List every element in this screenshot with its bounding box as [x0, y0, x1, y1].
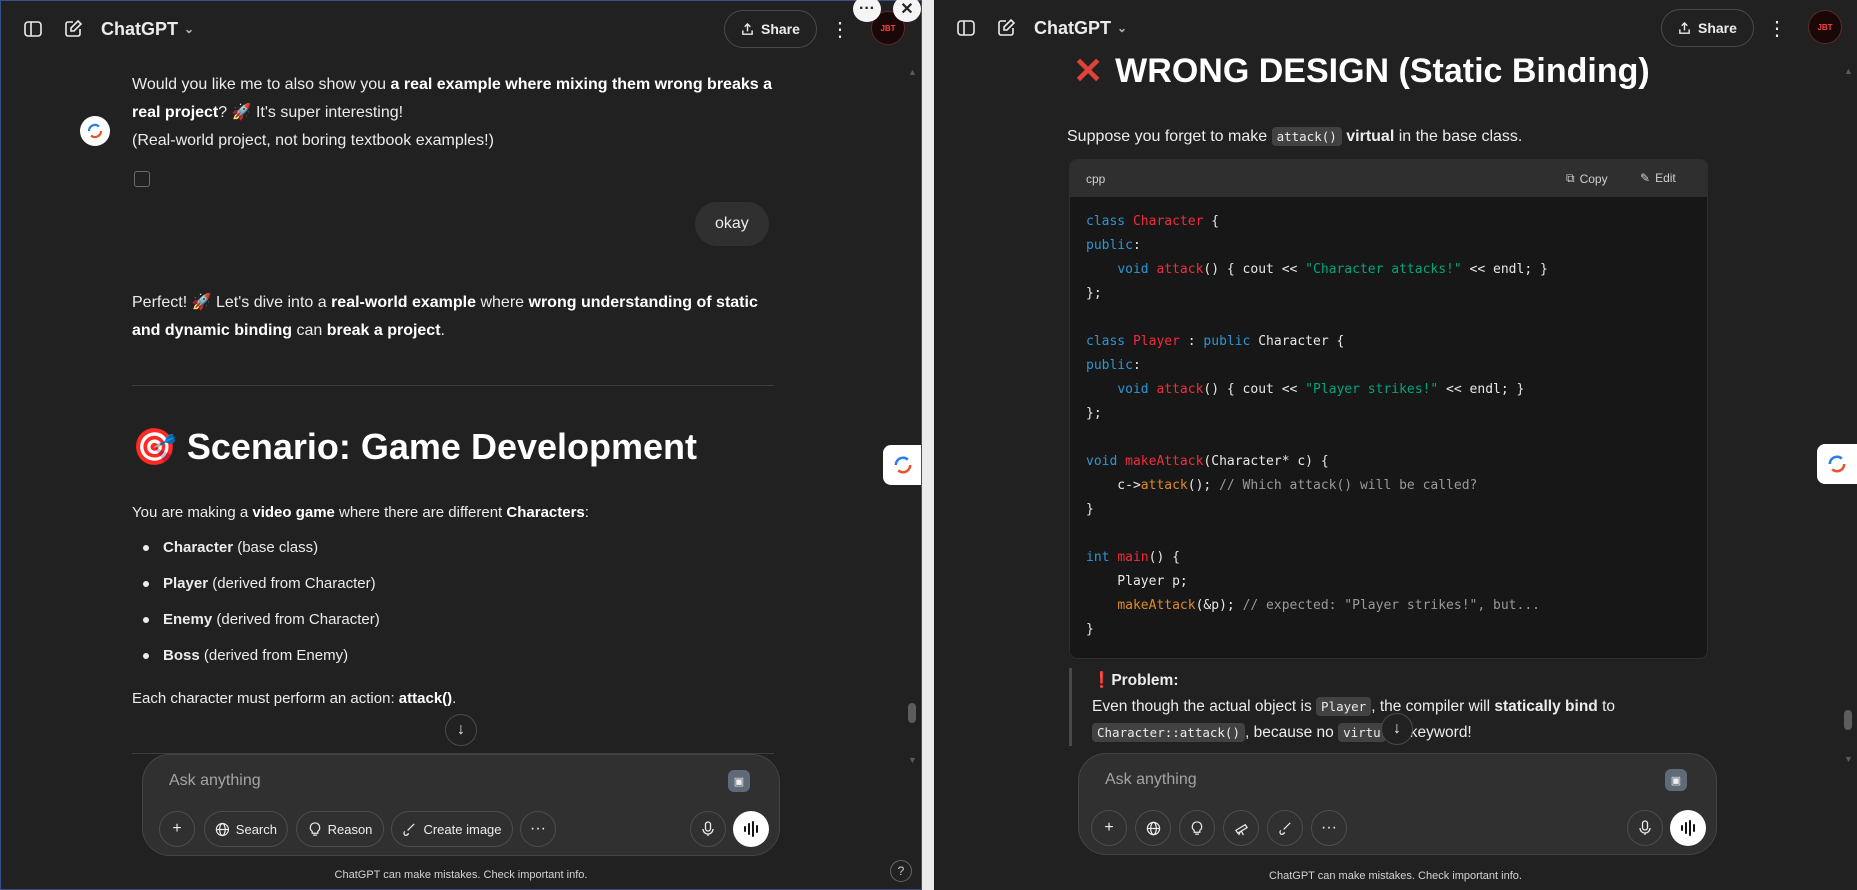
composer-input[interactable]: Ask anything — [169, 772, 261, 790]
microphone-icon[interactable] — [1627, 810, 1663, 846]
add-button[interactable]: + — [159, 811, 195, 847]
copy-code-button[interactable]: ⧉ Copy — [1566, 171, 1608, 186]
character-list: Character (base class) Player (derived f… — [143, 530, 380, 674]
scenario-heading: 🎯 Scenario: Game Development — [132, 426, 697, 467]
composer: Ask anything ▣ + Search Reason Create im… — [142, 754, 780, 856]
code-language: cpp — [1086, 171, 1106, 186]
help-button[interactable]: ? — [890, 860, 912, 882]
copy-icon: ⧉ — [1566, 171, 1575, 185]
extension-widget-icon[interactable] — [883, 445, 921, 485]
scroll-up-arrow[interactable]: ▲ — [1844, 66, 1853, 76]
code-header: cpp ⧉ Copy ✎ Edit — [1070, 160, 1707, 197]
code-content: class Character { public: void attack() … — [1086, 214, 1548, 637]
telescope-icon[interactable] — [1223, 810, 1259, 846]
suppose-paragraph: Suppose you forget to make attack() virt… — [1067, 127, 1523, 146]
more-tools-icon[interactable]: ··· — [1311, 810, 1347, 846]
exclamation-icon: ❗ — [1092, 672, 1112, 689]
target-icon: 🎯 — [132, 426, 177, 467]
copy-icon[interactable] — [134, 171, 150, 187]
new-chat-icon[interactable] — [53, 9, 93, 49]
globe-icon — [215, 822, 230, 836]
wrong-design-heading: ✕ WRONG DESIGN (Static Binding) — [1073, 50, 1650, 91]
scroll-up-arrow[interactable]: ▲ — [908, 67, 917, 77]
share-button[interactable]: Share — [1661, 9, 1754, 47]
search-button[interactable]: Search — [204, 811, 288, 847]
model-selector[interactable]: ChatGPT ⌄ — [101, 19, 194, 40]
avatar[interactable]: JBT — [1808, 10, 1842, 44]
edit-code-button[interactable]: ✎ Edit — [1640, 171, 1676, 185]
scrollbar-thumb[interactable] — [908, 703, 916, 723]
assistant-avatar-icon — [80, 116, 110, 146]
list-item: Character (base class) — [143, 530, 380, 566]
disclaimer: ChatGPT can make mistakes. Check importa… — [1269, 870, 1522, 882]
list-item: Player (derived from Character) — [143, 566, 380, 602]
brush-icon — [403, 822, 416, 836]
assistant-message-2: Perfect! 🚀 Let's dive into a real-world … — [132, 294, 758, 339]
code-block: cpp ⧉ Copy ✎ Edit class Character { public… — [1069, 159, 1708, 659]
disclaimer: ChatGPT can make mistakes. Check importa… — [334, 869, 588, 881]
scroll-down-button[interactable]: ↓ — [1381, 713, 1413, 745]
share-icon — [1679, 21, 1690, 34]
scroll-down-arrow[interactable]: ▼ — [908, 755, 917, 765]
assistant-message-1: Would you like me to also show you a rea… — [132, 76, 772, 149]
chevron-down-icon: ⌄ — [184, 22, 195, 36]
new-chat-icon[interactable] — [986, 8, 1026, 48]
left-chat-window: ChatGPT ⌄ Share ⋮ JBT Would you like me … — [0, 0, 922, 890]
share-icon — [742, 22, 753, 35]
sidebar-toggle-icon[interactable] — [946, 8, 986, 48]
share-label: Share — [761, 21, 800, 37]
list-item: Boss (derived from Enemy) — [143, 638, 380, 674]
composer: Ask anything ▣ + ··· — [1078, 753, 1717, 855]
user-message: okay — [695, 202, 769, 246]
add-button[interactable]: + — [1091, 810, 1127, 846]
more-options-icon[interactable]: ⋮ — [822, 11, 858, 47]
reason-button[interactable]: Reason — [296, 811, 384, 847]
scroll-down-arrow[interactable]: ▼ — [1844, 754, 1853, 764]
chevron-down-icon: ⌄ — [1117, 21, 1128, 35]
bot-icon[interactable]: ▣ — [728, 770, 750, 792]
globe-icon[interactable] — [1135, 810, 1171, 846]
create-image-button[interactable]: Create image — [391, 811, 513, 847]
voice-mode-icon[interactable] — [733, 811, 769, 847]
model-selector[interactable]: ChatGPT ⌄ — [1034, 18, 1127, 39]
microphone-icon[interactable] — [690, 811, 726, 847]
composer-input[interactable]: Ask anything — [1105, 771, 1197, 789]
share-button[interactable]: Share — [724, 10, 817, 48]
divider — [132, 385, 774, 386]
more-tools-icon[interactable]: ··· — [520, 811, 556, 847]
more-options-icon[interactable]: ⋮ — [1759, 10, 1795, 46]
sidebar-toggle-icon[interactable] — [13, 9, 53, 49]
lightbulb-icon[interactable] — [1179, 810, 1215, 846]
scrollbar-thumb[interactable] — [1844, 710, 1852, 730]
voice-mode-icon[interactable] — [1670, 810, 1706, 846]
cross-mark-icon: ✕ — [1073, 50, 1104, 91]
pencil-icon: ✎ — [1640, 171, 1651, 185]
brush-icon[interactable] — [1267, 810, 1303, 846]
making-paragraph: You are making a video game where there … — [132, 504, 589, 521]
extension-widget-icon[interactable] — [1817, 444, 1857, 484]
lightbulb-icon — [309, 821, 320, 836]
share-label: Share — [1698, 20, 1737, 36]
scroll-down-button[interactable]: ↓ — [445, 714, 477, 746]
each-paragraph: Each character must perform an action: a… — [132, 690, 457, 707]
app-title: ChatGPT — [101, 18, 179, 39]
app-title: ChatGPT — [1034, 17, 1112, 38]
list-item: Enemy (derived from Character) — [143, 602, 380, 638]
bot-icon[interactable]: ▣ — [1665, 769, 1687, 791]
